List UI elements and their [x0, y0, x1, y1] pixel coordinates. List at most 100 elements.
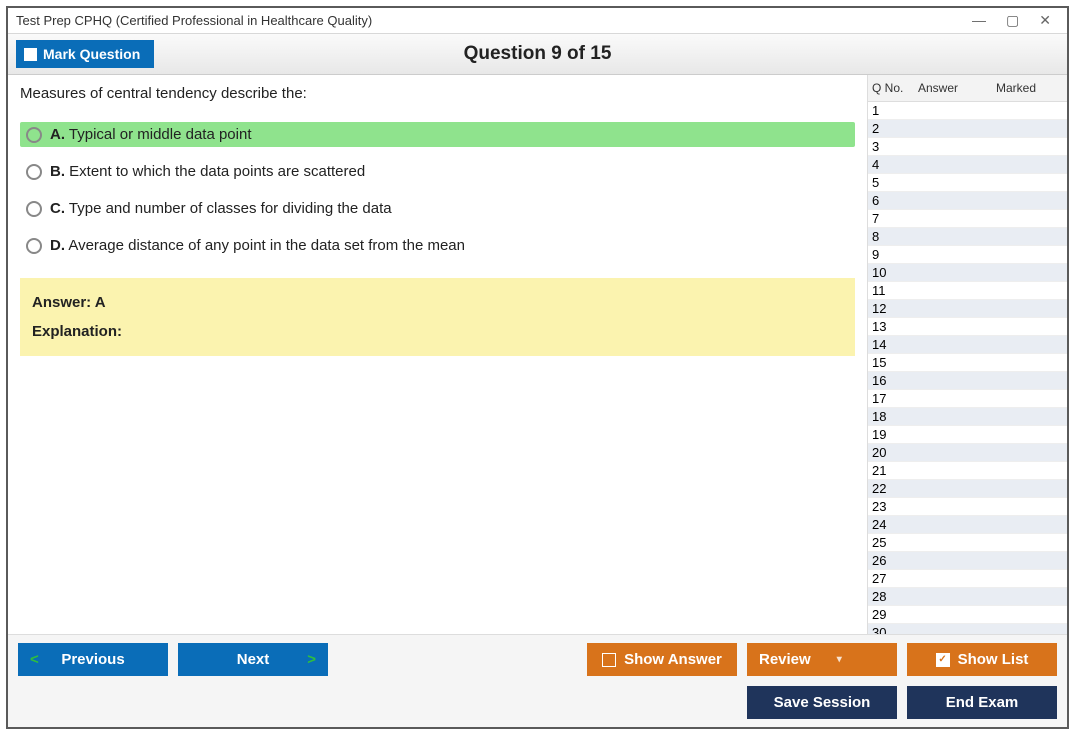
option-row-b[interactable]: B. Extent to which the data points are s…	[20, 159, 855, 184]
row-qno: 28	[868, 588, 914, 605]
next-button[interactable]: Next >	[178, 643, 328, 676]
question-list-row[interactable]: 9	[868, 246, 1067, 264]
question-list-row[interactable]: 21	[868, 462, 1067, 480]
checkbox-checked-icon: ✓	[936, 653, 950, 667]
row-answer	[914, 120, 992, 137]
body-area: Measures of central tendency describe th…	[8, 75, 1067, 634]
question-list-row[interactable]: 24	[868, 516, 1067, 534]
row-qno: 17	[868, 390, 914, 407]
question-list-row[interactable]: 11	[868, 282, 1067, 300]
question-list-row[interactable]: 20	[868, 444, 1067, 462]
row-answer	[914, 498, 992, 515]
show-list-button[interactable]: ✓ Show List	[907, 643, 1057, 676]
zoom-controls	[18, 692, 34, 713]
row-qno: 22	[868, 480, 914, 497]
show-answer-label: Show Answer	[624, 651, 722, 668]
question-list-row[interactable]: 14	[868, 336, 1067, 354]
row-qno: 1	[868, 102, 914, 119]
footer: < Previous Next > Show Answer Review ▾ ✓…	[8, 634, 1067, 727]
row-answer	[914, 624, 992, 634]
row-marked	[992, 570, 1067, 587]
question-list-row[interactable]: 2	[868, 120, 1067, 138]
question-list-row[interactable]: 4	[868, 156, 1067, 174]
option-row-c[interactable]: C. Type and number of classes for dividi…	[20, 196, 855, 221]
checkbox-icon	[24, 48, 37, 61]
mark-question-button[interactable]: Mark Question	[16, 40, 154, 68]
option-letter: A.	[50, 126, 65, 143]
answer-line: Answer: A	[32, 294, 843, 311]
side-rows[interactable]: 1234567891011121314151617181920212223242…	[868, 102, 1067, 634]
row-marked	[992, 300, 1067, 317]
row-answer	[914, 462, 992, 479]
question-list-row[interactable]: 18	[868, 408, 1067, 426]
question-list-row[interactable]: 8	[868, 228, 1067, 246]
row-marked	[992, 624, 1067, 634]
review-dropdown[interactable]: Review ▾	[747, 643, 897, 676]
row-qno: 4	[868, 156, 914, 173]
option-row-d[interactable]: D. Average distance of any point in the …	[20, 233, 855, 258]
question-list-row[interactable]: 7	[868, 210, 1067, 228]
question-list-row[interactable]: 13	[868, 318, 1067, 336]
question-list-row[interactable]: 22	[868, 480, 1067, 498]
review-label: Review	[759, 651, 811, 668]
question-list-row[interactable]: 19	[868, 426, 1067, 444]
next-label: Next	[237, 651, 270, 668]
row-marked	[992, 390, 1067, 407]
question-list-row[interactable]: 3	[868, 138, 1067, 156]
question-list-row[interactable]: 30	[868, 624, 1067, 634]
row-marked	[992, 426, 1067, 443]
mark-question-label: Mark Question	[43, 46, 140, 62]
chevron-left-icon: <	[30, 651, 39, 668]
row-qno: 2	[868, 120, 914, 137]
save-session-label: Save Session	[774, 694, 871, 711]
question-list-row[interactable]: 26	[868, 552, 1067, 570]
row-qno: 9	[868, 246, 914, 263]
row-marked	[992, 246, 1067, 263]
row-answer	[914, 552, 992, 569]
question-list-row[interactable]: 27	[868, 570, 1067, 588]
side-panel: Q No. Answer Marked 12345678910111213141…	[867, 75, 1067, 634]
row-answer	[914, 264, 992, 281]
minimize-icon[interactable]: —	[972, 12, 986, 29]
row-answer	[914, 102, 992, 119]
question-list-row[interactable]: 16	[868, 372, 1067, 390]
row-answer	[914, 228, 992, 245]
answer-box: Answer: A Explanation:	[20, 278, 855, 356]
row-qno: 19	[868, 426, 914, 443]
question-list-row[interactable]: 23	[868, 498, 1067, 516]
question-list-row[interactable]: 5	[868, 174, 1067, 192]
header-answer: Answer	[914, 79, 992, 97]
maximize-icon[interactable]: ▢	[1006, 12, 1019, 29]
previous-button[interactable]: < Previous	[18, 643, 168, 676]
row-qno: 27	[868, 570, 914, 587]
question-list-row[interactable]: 1	[868, 102, 1067, 120]
row-marked	[992, 282, 1067, 299]
show-answer-button[interactable]: Show Answer	[587, 643, 737, 676]
row-marked	[992, 138, 1067, 155]
question-list-row[interactable]: 12	[868, 300, 1067, 318]
question-list-row[interactable]: 17	[868, 390, 1067, 408]
question-list-row[interactable]: 6	[868, 192, 1067, 210]
question-list-row[interactable]: 15	[868, 354, 1067, 372]
question-list-row[interactable]: 25	[868, 534, 1067, 552]
row-qno: 7	[868, 210, 914, 227]
question-list-row[interactable]: 28	[868, 588, 1067, 606]
row-answer	[914, 156, 992, 173]
row-answer	[914, 426, 992, 443]
row-answer	[914, 534, 992, 551]
close-icon[interactable]: ✕	[1039, 12, 1051, 29]
row-answer	[914, 282, 992, 299]
question-list-row[interactable]: 29	[868, 606, 1067, 624]
row-qno: 25	[868, 534, 914, 551]
row-marked	[992, 588, 1067, 605]
row-marked	[992, 102, 1067, 119]
row-marked	[992, 462, 1067, 479]
option-row-a[interactable]: A. Typical or middle data point	[20, 122, 855, 147]
row-marked	[992, 228, 1067, 245]
option-text: Type and number of classes for dividing …	[65, 200, 392, 217]
question-stem: Measures of central tendency describe th…	[20, 85, 855, 102]
row-answer	[914, 588, 992, 605]
end-exam-button[interactable]: End Exam	[907, 686, 1057, 719]
question-list-row[interactable]: 10	[868, 264, 1067, 282]
save-session-button[interactable]: Save Session	[747, 686, 897, 719]
